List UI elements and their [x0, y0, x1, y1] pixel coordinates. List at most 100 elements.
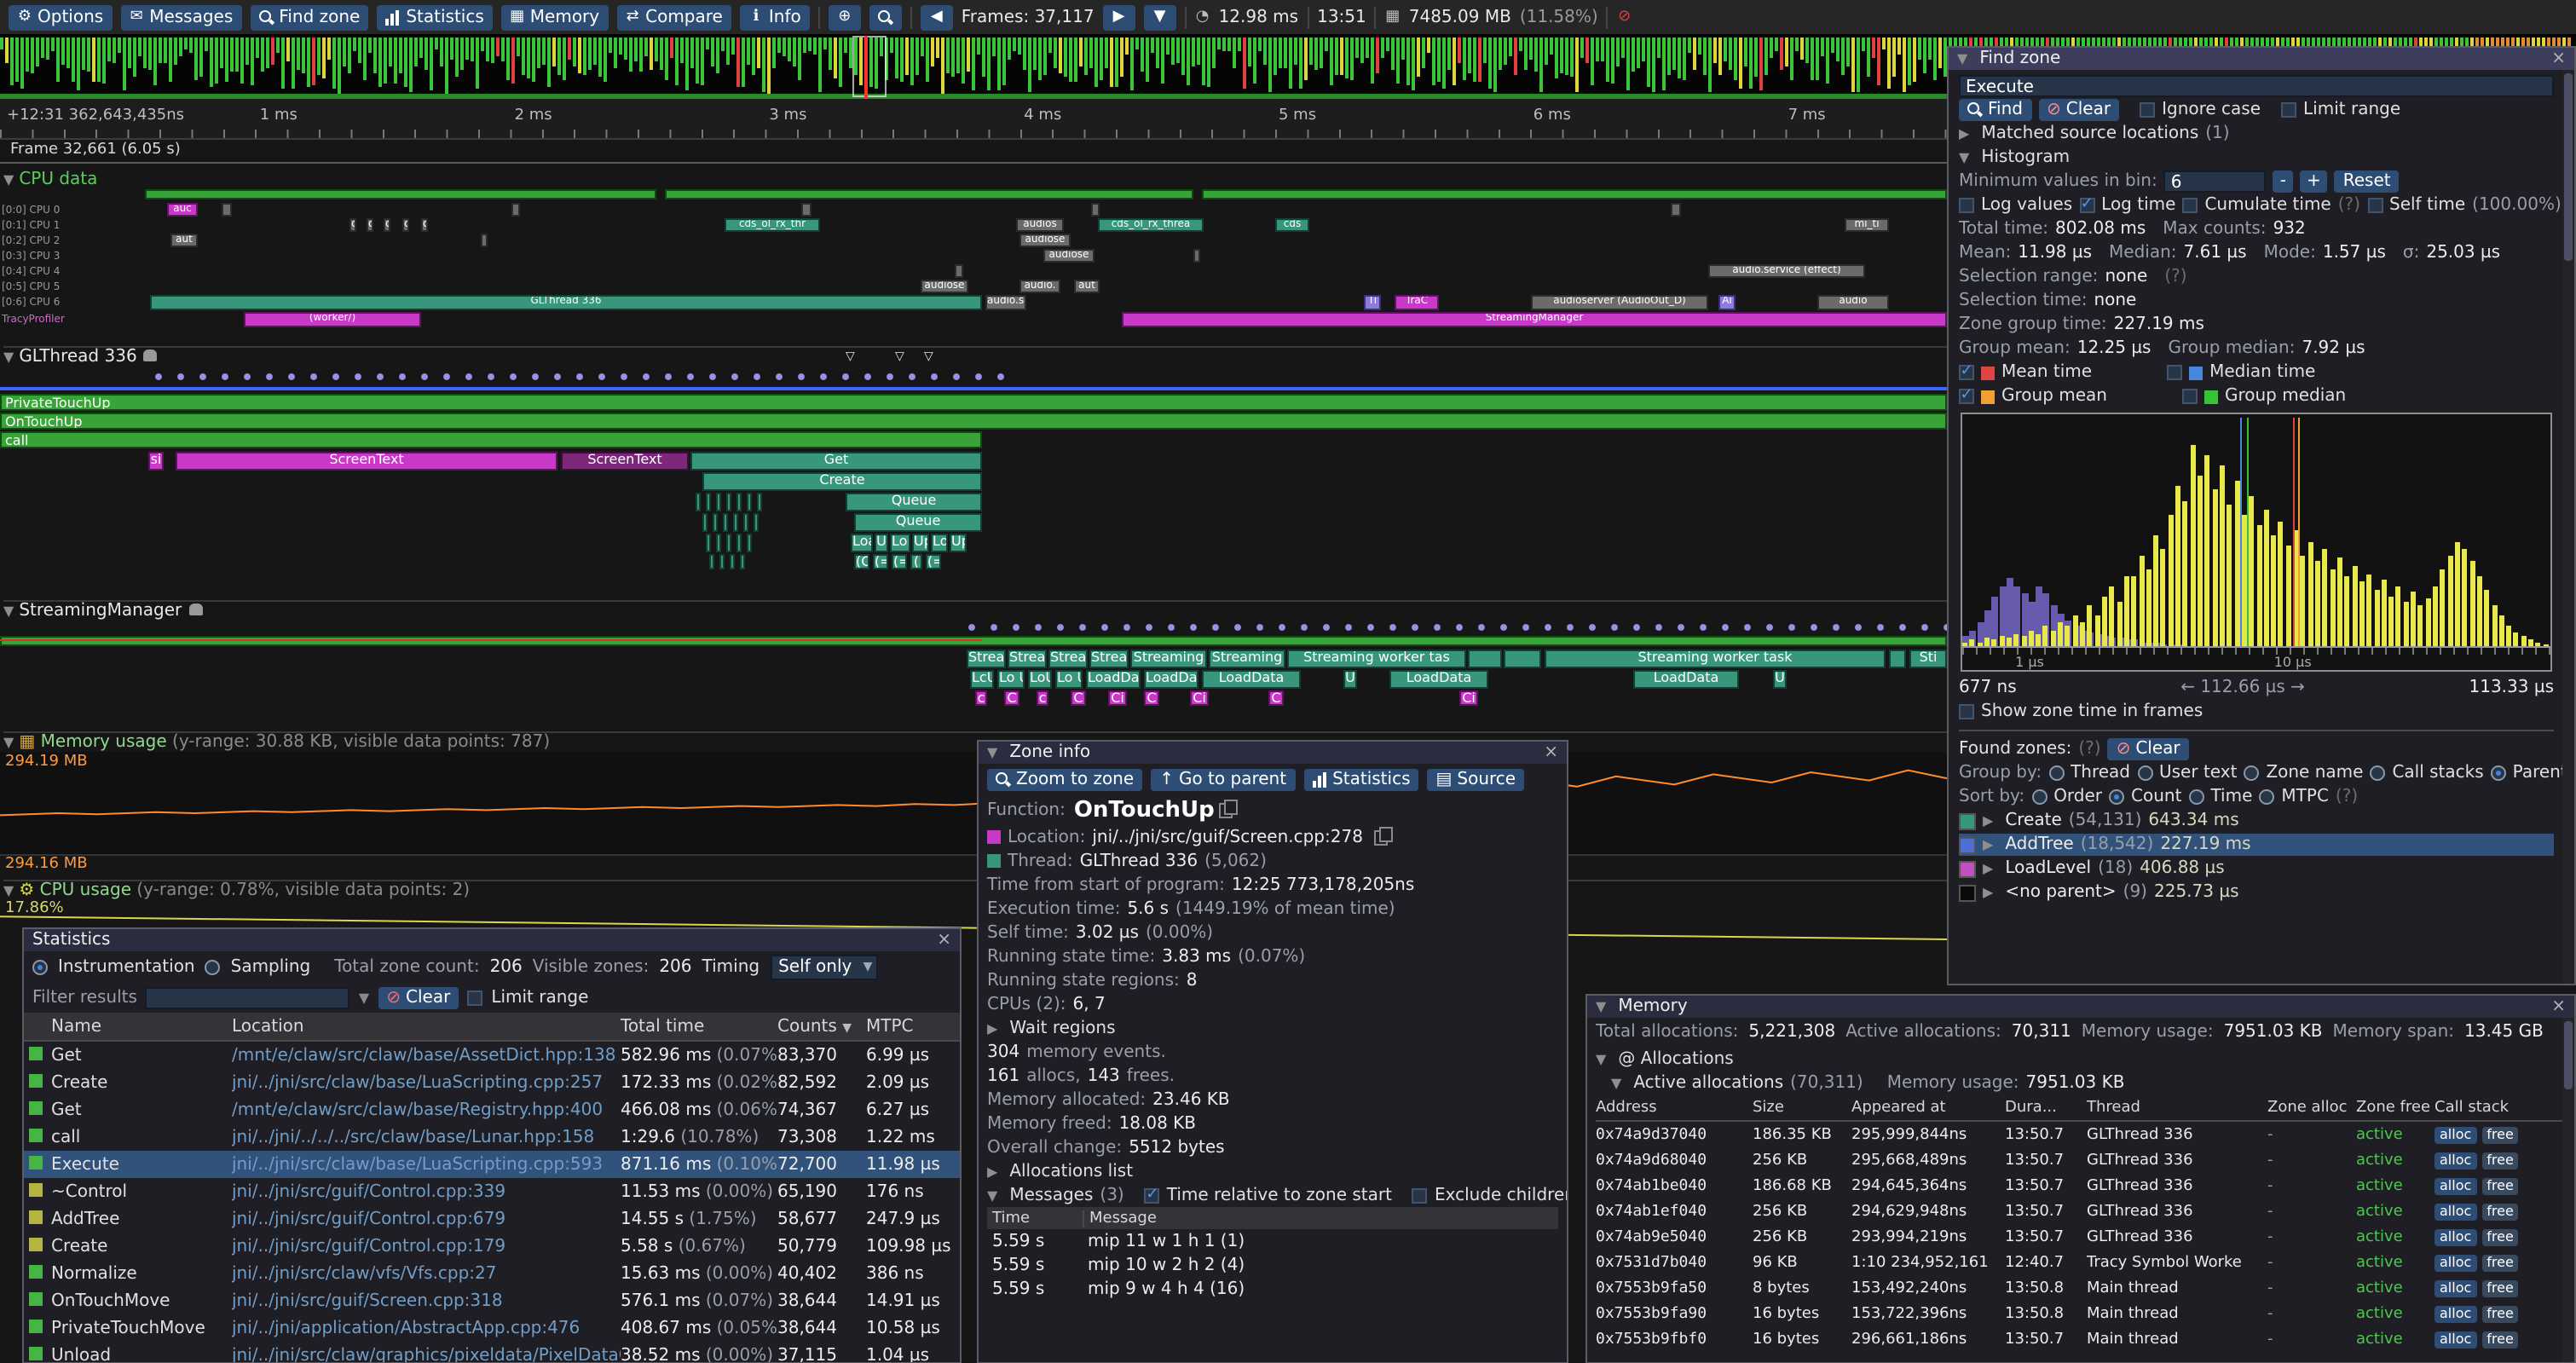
- frame-bar[interactable]: [1857, 38, 1860, 92]
- frame-bar[interactable]: [1519, 38, 1522, 51]
- frame-bar[interactable]: [61, 38, 65, 65]
- frame-bar[interactable]: [614, 38, 617, 67]
- zone-(=[interactable]: (=: [873, 554, 888, 569]
- zone-ai[interactable]: Ai: [1718, 295, 1736, 310]
- col-zone-alloc[interactable]: Zone alloc: [2267, 1099, 2356, 1116]
- frame-bar[interactable]: [1171, 38, 1175, 64]
- allocation-row[interactable]: 0x74ab1be040186.68 KB294,645,364ns13:50.…: [1596, 1173, 2566, 1198]
- free-callstack-button[interactable]: free: [2481, 1331, 2519, 1348]
- frame-bar[interactable]: [389, 38, 392, 66]
- frame-bar[interactable]: [1453, 38, 1456, 84]
- frame-bar[interactable]: [1463, 38, 1466, 80]
- frame-bar[interactable]: [1008, 38, 1011, 60]
- reset-button[interactable]: Reset: [2335, 170, 2400, 193]
- frame-bar[interactable]: [650, 38, 653, 70]
- frame-bar[interactable]: [1718, 38, 1722, 75]
- frame-bar[interactable]: [1417, 38, 1420, 77]
- frame-bar[interactable]: [1821, 38, 1824, 55]
- frame-bar[interactable]: [1903, 38, 1906, 92]
- frame-bar[interactable]: [1580, 38, 1584, 59]
- frame-bar[interactable]: [322, 38, 326, 78]
- frame-bar[interactable]: [1626, 38, 1630, 90]
- zone-screentext[interactable]: ScreenText: [176, 452, 557, 471]
- instrumentation-radio[interactable]: [32, 960, 48, 975]
- frame-bar[interactable]: [20, 38, 24, 90]
- zone-segment[interactable]: [726, 534, 731, 552]
- frame-bar[interactable]: [133, 38, 136, 76]
- frame-bar[interactable]: [1253, 38, 1256, 84]
- frame-bar[interactable]: [1028, 38, 1031, 92]
- zone-audiose[interactable]: audiose: [1019, 234, 1071, 247]
- help-icon[interactable]: (?): [2336, 788, 2358, 806]
- frame-bar[interactable]: [1294, 38, 1297, 65]
- memory-usage-header[interactable]: ▼▦ Memory usage (y-range: 30.88 KB, visi…: [3, 731, 1947, 752]
- zone-time-histogram[interactable]: 1 µs10 µs: [1961, 413, 2552, 672]
- frame-bar[interactable]: [1775, 38, 1778, 51]
- frame-bar[interactable]: [1268, 38, 1272, 92]
- frame-bar[interactable]: [690, 38, 694, 68]
- frame-bar[interactable]: [1642, 38, 1645, 61]
- zoom-to-zone-button[interactable]: Zoom to zone: [987, 769, 1142, 791]
- zone-segment[interactable]: [740, 554, 745, 569]
- frame-bar[interactable]: [1708, 38, 1712, 92]
- zone-up[interactable]: Up: [912, 534, 929, 552]
- frame-bar[interactable]: [317, 38, 321, 76]
- frame-bar[interactable]: [900, 38, 904, 81]
- frame-bar[interactable]: [1923, 38, 1926, 73]
- zone-call[interactable]: call: [0, 431, 982, 448]
- frame-bar[interactable]: [455, 38, 459, 76]
- cpu-data-section[interactable]: ▼CPU data[0:0] CPU 0auc[0:1] CPU 1cccccc…: [0, 170, 1947, 332]
- frame-bar[interactable]: [450, 38, 453, 61]
- exclude-children-checkbox[interactable]: [1412, 1187, 1428, 1203]
- frame-bar[interactable]: [256, 38, 259, 58]
- alloc-callstack-button[interactable]: alloc: [2434, 1177, 2476, 1194]
- frame-bar[interactable]: [552, 38, 556, 66]
- statistics-row[interactable]: Get/mnt/e/claw/src/claw/base/AssetDict.h…: [24, 1042, 960, 1069]
- cpu-busy-bar[interactable]: [145, 189, 656, 199]
- free-callstack-button[interactable]: free: [2481, 1126, 2519, 1143]
- source-button[interactable]: ▤Source: [1428, 769, 1525, 791]
- frame-bar[interactable]: [378, 38, 382, 87]
- expand-icon[interactable]: ▶: [1983, 813, 1993, 829]
- frame-bar[interactable]: [1125, 38, 1129, 54]
- frame-bar[interactable]: [77, 38, 80, 91]
- allocation-row[interactable]: 0x74ab1ef040256 KB294,629,948ns13:50.7GL…: [1596, 1198, 2566, 1224]
- zone-location[interactable]: jni/../jni/src/guif/Screen.cpp:318: [232, 1291, 621, 1310]
- frame-bar[interactable]: [174, 38, 177, 65]
- frame-bar[interactable]: [624, 38, 627, 59]
- frame-bar[interactable]: [36, 38, 39, 66]
- zone-streaming-worker-task[interactable]: Streaming worker task: [1545, 650, 1886, 668]
- frame-bar[interactable]: [1391, 38, 1395, 71]
- frame-bar[interactable]: [82, 38, 85, 70]
- expand-icon[interactable]: ▶: [987, 1020, 997, 1036]
- frame-bar[interactable]: [1207, 38, 1210, 87]
- frame-bar[interactable]: [1115, 38, 1118, 86]
- frame-bar[interactable]: [1744, 38, 1747, 66]
- frame-bar[interactable]: [1560, 38, 1563, 73]
- found-zone-row[interactable]: ▶LoadLevel(18)406.88 µs: [1959, 858, 2554, 880]
- frame-bar[interactable]: [1100, 38, 1103, 80]
- min-bin-increase-button[interactable]: +: [2300, 170, 2328, 193]
- frame-bar[interactable]: [1320, 38, 1323, 67]
- frame-bar[interactable]: [1447, 38, 1451, 70]
- frame-bar[interactable]: [1780, 38, 1783, 69]
- zone-strea[interactable]: Strea: [1089, 650, 1129, 668]
- frame-bar[interactable]: [1504, 38, 1507, 65]
- frame-bar[interactable]: [1913, 38, 1916, 82]
- clear-found-button[interactable]: ⊘Clear: [2108, 738, 2189, 760]
- frame-bar[interactable]: [491, 38, 494, 64]
- frame-bar[interactable]: [481, 38, 484, 51]
- zone-u[interactable]: U: [875, 534, 888, 552]
- frame-bar[interactable]: [199, 38, 203, 77]
- found-zone-row[interactable]: ▶AddTree(18,542)227.19 ms: [1959, 834, 2554, 856]
- frame-bar[interactable]: [10, 38, 14, 85]
- frame-bar[interactable]: [1790, 38, 1793, 81]
- frame-bar[interactable]: [1785, 38, 1788, 66]
- group-by-zone-name-radio[interactable]: [2244, 765, 2259, 781]
- statistics-row[interactable]: calljni/../jni/../../../src/claw/base/Lu…: [24, 1123, 960, 1151]
- view-region-box[interactable]: [852, 36, 887, 97]
- frame-bar[interactable]: [1933, 38, 1937, 80]
- zone-segment[interactable]: [747, 493, 752, 511]
- zone-c[interactable]: c: [1037, 690, 1048, 706]
- sort-by-mtpc-radio[interactable]: [2259, 789, 2274, 805]
